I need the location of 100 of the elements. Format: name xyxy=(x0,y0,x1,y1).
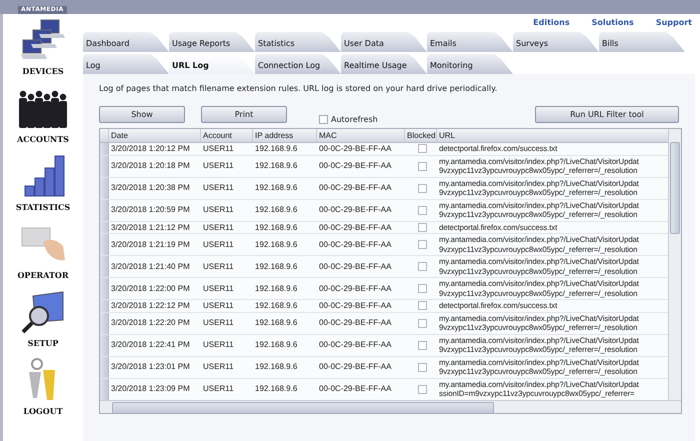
row-selector[interactable] xyxy=(100,178,109,198)
row-selector[interactable] xyxy=(100,312,109,334)
run-filter-button[interactable]: Run URL Filter tool xyxy=(535,106,679,122)
table-cell-text: 192.168.9.6 xyxy=(254,282,298,295)
checkbox[interactable] xyxy=(418,162,426,170)
tab[interactable]: Dashboard xyxy=(83,32,169,52)
table-cell-text: 00-0C-29-BE-FF-AA xyxy=(318,339,392,352)
table-cell-text: 192.168.9.6 xyxy=(254,143,298,154)
table-cell-text: USER11 xyxy=(202,143,235,154)
table-cell-text: 192.168.9.6 xyxy=(254,361,298,374)
top-link[interactable]: Solutions xyxy=(592,18,634,28)
table-cell-text: USER11 xyxy=(202,383,235,396)
checkbox[interactable] xyxy=(418,384,426,394)
table-cell-text: 00-0C-29-BE-FF-AA xyxy=(318,222,392,233)
sidebar-item[interactable]: OPERATOR xyxy=(5,222,81,290)
table-cell-text: 3/20/2018 1:22:12 PM xyxy=(110,300,191,312)
sidebar-item[interactable]: LOGOUT xyxy=(5,358,81,426)
table-cell-text: 3/20/2018 1:20:12 PM xyxy=(110,143,191,154)
table-cell-text: USER11 xyxy=(202,260,235,273)
sidebar-item[interactable]: SETUP xyxy=(5,290,81,358)
table-cell-text: USER11 xyxy=(202,361,235,374)
tab[interactable]: Monitoring xyxy=(427,54,513,74)
table-cell-text: 00-0C-29-BE-FF-AA xyxy=(318,143,392,154)
table-cell-text: 192.168.9.6 xyxy=(254,339,298,352)
checkbox[interactable] xyxy=(418,240,426,249)
top-link[interactable]: Support xyxy=(656,18,692,28)
checkbox[interactable] xyxy=(418,262,426,271)
row-selector[interactable] xyxy=(100,234,109,255)
tab[interactable]: Usage Reports xyxy=(169,32,255,52)
table-cell-text: 00-0C-29-BE-FF-AA xyxy=(318,182,392,194)
top-link[interactable]: Editions xyxy=(533,18,570,28)
table-cell-text: 3/20/2018 1:23:09 PM xyxy=(110,383,191,396)
column-header[interactable]: Account xyxy=(201,129,253,142)
table-cell-text: 00-0C-29-BE-FF-AA xyxy=(318,238,392,251)
checkbox[interactable] xyxy=(418,144,426,154)
row-selector[interactable] xyxy=(100,143,109,154)
column-header[interactable]: MAC xyxy=(317,129,405,142)
tab[interactable]: Surveys xyxy=(513,32,599,52)
tab[interactable]: Realtime Usage xyxy=(341,54,427,74)
row-selector[interactable] xyxy=(100,334,109,356)
table-cell-text: USER11 xyxy=(202,238,235,251)
row-selector[interactable] xyxy=(100,278,109,299)
table-cell-text: 3/20/2018 1:22:20 PM xyxy=(110,317,191,330)
table-cell-text: USER11 xyxy=(202,182,235,194)
row-selector[interactable] xyxy=(100,156,109,176)
table-cell-text: 3/20/2018 1:21:12 PM xyxy=(110,222,191,233)
table-cell-text: 00-0C-29-BE-FF-AA xyxy=(318,361,392,374)
table-cell-text: 3/20/2018 1:22:41 PM xyxy=(110,339,191,352)
tab[interactable]: Statistics xyxy=(255,32,341,52)
column-header[interactable]: IP address xyxy=(253,129,317,142)
checkbox[interactable] xyxy=(418,222,426,232)
column-header[interactable]: Blocked xyxy=(405,129,437,142)
horizontal-scrollbar[interactable] xyxy=(100,400,681,413)
checkbox[interactable] xyxy=(418,301,426,310)
table-cell-text: 3/20/2018 1:22:00 PM xyxy=(110,282,191,295)
sidebar-item[interactable]: DEVICES xyxy=(5,18,81,86)
sidebar-item[interactable]: ACCOUNTS xyxy=(5,86,81,154)
table-cell-text: USER11 xyxy=(202,204,235,216)
tab[interactable]: Log xyxy=(83,54,169,74)
checkbox[interactable] xyxy=(319,114,328,124)
table-cell-text: 00-0C-29-BE-FF-AA xyxy=(318,282,392,295)
table-cell-text: 3/20/2018 1:23:01 PM xyxy=(110,361,191,374)
table-cell-text: 00-0C-29-BE-FF-AA xyxy=(318,317,392,330)
table-cell-text: 192.168.9.6 xyxy=(254,300,298,312)
checkbox[interactable] xyxy=(418,340,426,350)
row-selector[interactable] xyxy=(100,378,109,400)
sidebar-item[interactable]: STATISTICS xyxy=(5,154,81,222)
table-cell-text: 00-0C-29-BE-FF-AA xyxy=(318,300,392,312)
checkbox[interactable] xyxy=(418,184,426,192)
row-selector[interactable] xyxy=(100,356,109,378)
toolbar-button[interactable]: Print xyxy=(201,106,287,122)
table-cell-text: 3/20/2018 1:21:19 PM xyxy=(110,238,191,251)
checkbox[interactable] xyxy=(418,284,426,293)
table-cell-text: 192.168.9.6 xyxy=(254,317,298,330)
table-cell-text: 3/20/2018 1:20:18 PM xyxy=(110,160,191,172)
table-cell-text: USER11 xyxy=(202,282,235,295)
column-header[interactable]: Date xyxy=(109,129,201,142)
row-selector[interactable] xyxy=(100,300,109,312)
description-text: Log of pages that match filename extension rules. URL log is stored on your hard drive periodically. xyxy=(99,84,498,95)
checkbox[interactable] xyxy=(418,206,426,214)
table-cell-text: USER11 xyxy=(202,160,235,172)
checkbox[interactable] xyxy=(418,318,426,328)
vertical-scrollbar[interactable] xyxy=(668,129,681,400)
row-selector[interactable] xyxy=(100,222,109,233)
tab[interactable]: User Data xyxy=(341,32,427,52)
laptops-icon xyxy=(19,18,67,62)
checkbox-label: Autorefresh xyxy=(331,114,378,124)
tab[interactable]: Bills xyxy=(599,32,685,52)
table-cell-text: 00-0C-29-BE-FF-AA xyxy=(318,160,392,172)
row-selector[interactable] xyxy=(100,256,109,277)
tab[interactable]: Connection Log xyxy=(255,54,341,74)
table-cell-text: 00-0C-29-BE-FF-AA xyxy=(318,260,392,273)
checkbox[interactable] xyxy=(418,362,426,372)
table-cell-text: 192.168.9.6 xyxy=(254,222,298,233)
row-selector[interactable] xyxy=(100,200,109,220)
table-cell-text: USER11 xyxy=(202,317,235,330)
table-cell-text: 192.168.9.6 xyxy=(254,383,298,396)
tab[interactable]: Emails xyxy=(427,32,513,52)
table-cell-text: USER11 xyxy=(202,300,235,312)
toolbar-button[interactable]: Show xyxy=(99,106,185,122)
